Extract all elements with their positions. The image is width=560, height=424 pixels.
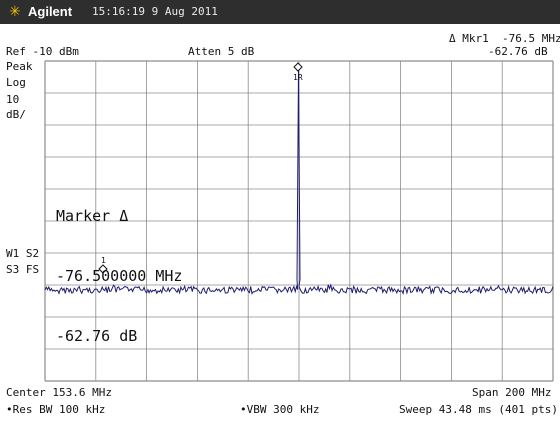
marker-delta-readout: Marker Δ -76.500000 MHz -62.76 dB [56, 166, 182, 366]
video-bandwidth-label: •VBW 300 kHz [240, 403, 320, 416]
sweep-time-label: Sweep 43.48 ms (401 pts) [399, 403, 558, 416]
marker-readout-frequency-large: -76.500000 MHz [56, 267, 183, 285]
marker-reference-label: 1R [293, 73, 303, 82]
span-label: Span 200 MHz [472, 386, 552, 399]
marker-readout-level-large: -62.76 dB [56, 327, 138, 345]
center-frequency-label: Center 153.6 MHz [6, 386, 112, 399]
resolution-bandwidth-label: •Res BW 100 kHz [6, 403, 106, 416]
marker-reference-diamond[interactable] [293, 62, 303, 72]
marker-readout-title: Marker Δ [56, 207, 129, 225]
marker-reference[interactable]: 1R [293, 62, 303, 82]
